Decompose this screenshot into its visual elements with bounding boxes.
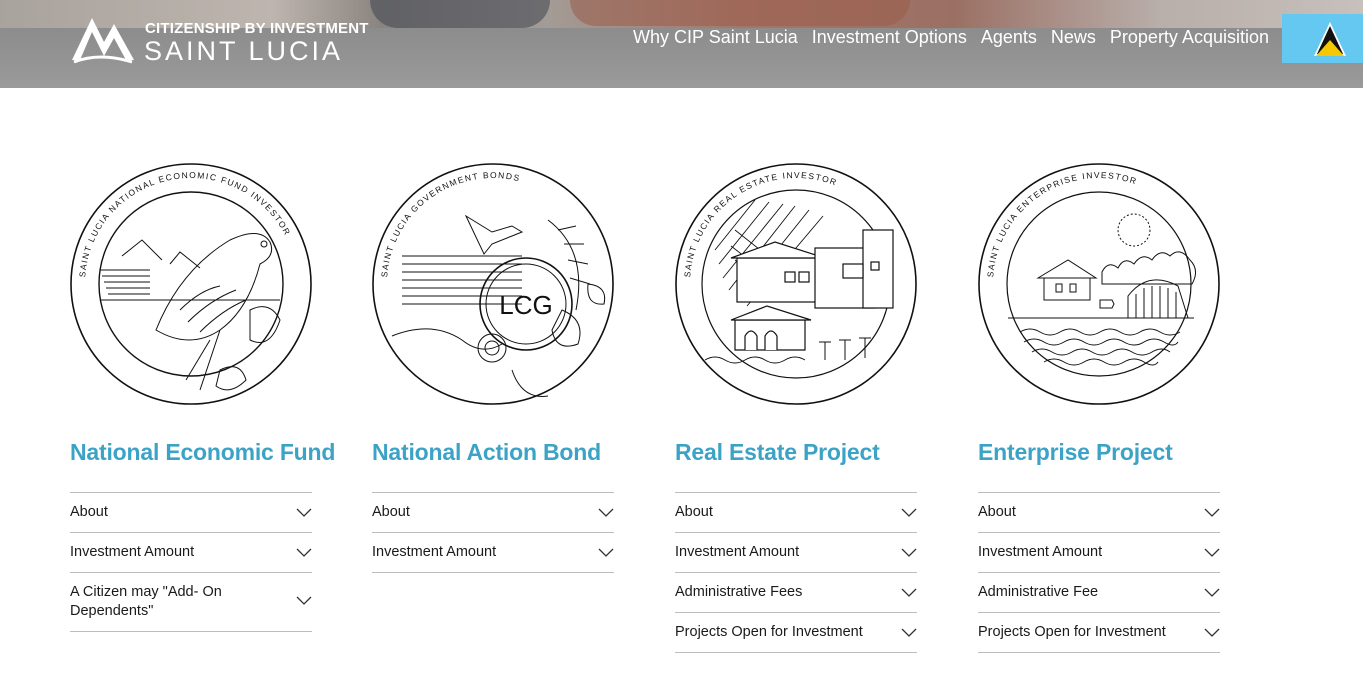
accordion-item-label: About bbox=[372, 504, 410, 520]
enterprise-emblem-icon: SAINT LUCIA ENTERPRISE INVESTOR bbox=[978, 163, 1220, 405]
chevron-down-icon bbox=[296, 548, 312, 557]
nav-property-acquisition[interactable]: Property Acquisition bbox=[1110, 27, 1269, 48]
chevron-down-icon bbox=[901, 548, 917, 557]
chevron-down-icon bbox=[1204, 628, 1220, 637]
accordion-item-add-on-dependents[interactable]: A Citizen may "Add- On Dependents" bbox=[70, 573, 312, 632]
option-title: National Action Bond bbox=[372, 439, 601, 465]
accordion-item-investment-amount[interactable]: Investment Amount bbox=[675, 533, 917, 573]
accordion-item-label: Projects Open for Investment bbox=[675, 624, 863, 640]
chevron-down-icon bbox=[1204, 548, 1220, 557]
accordion-item-administrative-fee[interactable]: Administrative Fee bbox=[978, 573, 1220, 613]
accordion-item-label: A Citizen may "Add- On Dependents" bbox=[70, 584, 222, 619]
main-nav: Why CIP Saint Lucia Investment Options A… bbox=[633, 27, 1269, 48]
accordion-item-label: Investment Amount bbox=[70, 544, 195, 560]
option-title: National Economic Fund bbox=[70, 439, 336, 465]
nav-news[interactable]: News bbox=[1051, 27, 1096, 48]
logo-line-2: SAINT LUCIA bbox=[144, 36, 344, 66]
nav-investment-options[interactable]: Investment Options bbox=[812, 27, 967, 48]
logo-line-1: CITIZENSHIP BY INVESTMENT bbox=[145, 20, 369, 37]
nav-agents[interactable]: Agents bbox=[981, 27, 1037, 48]
chevron-down-icon bbox=[296, 508, 312, 517]
option-accordion: About Investment Amount Administrative F… bbox=[978, 492, 1220, 653]
villa-emblem-icon: SAINT LUCIA REAL ESTATE INVESTOR bbox=[675, 163, 917, 405]
chevron-down-icon bbox=[296, 596, 312, 605]
option-national-economic-fund: SAINT LUCIA NATIONAL ECONOMIC FUND INVES… bbox=[70, 160, 336, 632]
accordion-item-label: About bbox=[675, 504, 713, 520]
chevron-down-icon bbox=[901, 508, 917, 517]
chevron-down-icon bbox=[1204, 508, 1220, 517]
accordion-item-label: Investment Amount bbox=[978, 544, 1103, 560]
option-accordion: About Investment Amount A Citizen may "A… bbox=[70, 492, 312, 632]
parrot-emblem-icon: SAINT LUCIA NATIONAL ECONOMIC FUND INVES… bbox=[70, 163, 312, 405]
accordion-item-investment-amount[interactable]: Investment Amount bbox=[978, 533, 1220, 573]
emblem-ring-text: SAINT LUCIA GOVERNMENT BONDS bbox=[379, 170, 522, 278]
option-national-action-bond: LCG SAINT LUCIA GOVERNMENT BONDS Nationa… bbox=[372, 160, 614, 573]
accordion-item-investment-amount[interactable]: Investment Amount bbox=[372, 533, 614, 573]
accordion-item-projects-open[interactable]: Projects Open for Investment bbox=[675, 613, 917, 653]
accordion-item-about[interactable]: About bbox=[675, 493, 917, 533]
accordion-item-administrative-fees[interactable]: Administrative Fees bbox=[675, 573, 917, 613]
accordion-item-label: Administrative Fee bbox=[978, 584, 1099, 600]
option-accordion: About Investment Amount Administrative F… bbox=[675, 492, 917, 653]
accordion-item-label: Investment Amount bbox=[372, 544, 497, 560]
accordion-item-label: About bbox=[70, 504, 108, 520]
saint-lucia-flag-icon[interactable] bbox=[1282, 14, 1363, 63]
accordion-item-investment-amount[interactable]: Investment Amount bbox=[70, 533, 312, 573]
chevron-down-icon bbox=[901, 588, 917, 597]
hummingbird-emblem-icon: LCG SAINT LUCIA GOVERNMENT BONDS bbox=[372, 163, 614, 405]
accordion-item-about[interactable]: About bbox=[70, 493, 312, 533]
nav-why-cip[interactable]: Why CIP Saint Lucia bbox=[633, 27, 798, 48]
site-logo[interactable]: CITIZENSHIP BY INVESTMENT SAINT LUCIA bbox=[70, 12, 370, 66]
accordion-item-label: About bbox=[978, 504, 1016, 520]
emblem-ring-text: SAINT LUCIA ENTERPRISE INVESTOR bbox=[985, 170, 1139, 278]
chevron-down-icon bbox=[1204, 588, 1220, 597]
logo-mark-icon bbox=[72, 18, 134, 64]
option-real-estate-project: SAINT LUCIA REAL ESTATE INVESTOR Real Es… bbox=[675, 160, 917, 653]
accordion-item-label: Administrative Fees bbox=[675, 584, 803, 600]
emblem-center-text: LCG bbox=[499, 290, 552, 320]
option-accordion: About Investment Amount bbox=[372, 492, 614, 573]
option-title: Real Estate Project bbox=[675, 439, 880, 465]
chevron-down-icon bbox=[901, 628, 917, 637]
site-header: CITIZENSHIP BY INVESTMENT SAINT LUCIA Wh… bbox=[0, 0, 1363, 88]
accordion-item-projects-open[interactable]: Projects Open for Investment bbox=[978, 613, 1220, 653]
accordion-item-about[interactable]: About bbox=[978, 493, 1220, 533]
accordion-item-about[interactable]: About bbox=[372, 493, 614, 533]
chevron-down-icon bbox=[598, 508, 614, 517]
option-enterprise-project: SAINT LUCIA ENTERPRISE INVESTOR Enterpri… bbox=[978, 160, 1220, 653]
chevron-down-icon bbox=[598, 548, 614, 557]
accordion-item-label: Projects Open for Investment bbox=[978, 624, 1166, 640]
option-title: Enterprise Project bbox=[978, 439, 1173, 465]
accordion-item-label: Investment Amount bbox=[675, 544, 800, 560]
